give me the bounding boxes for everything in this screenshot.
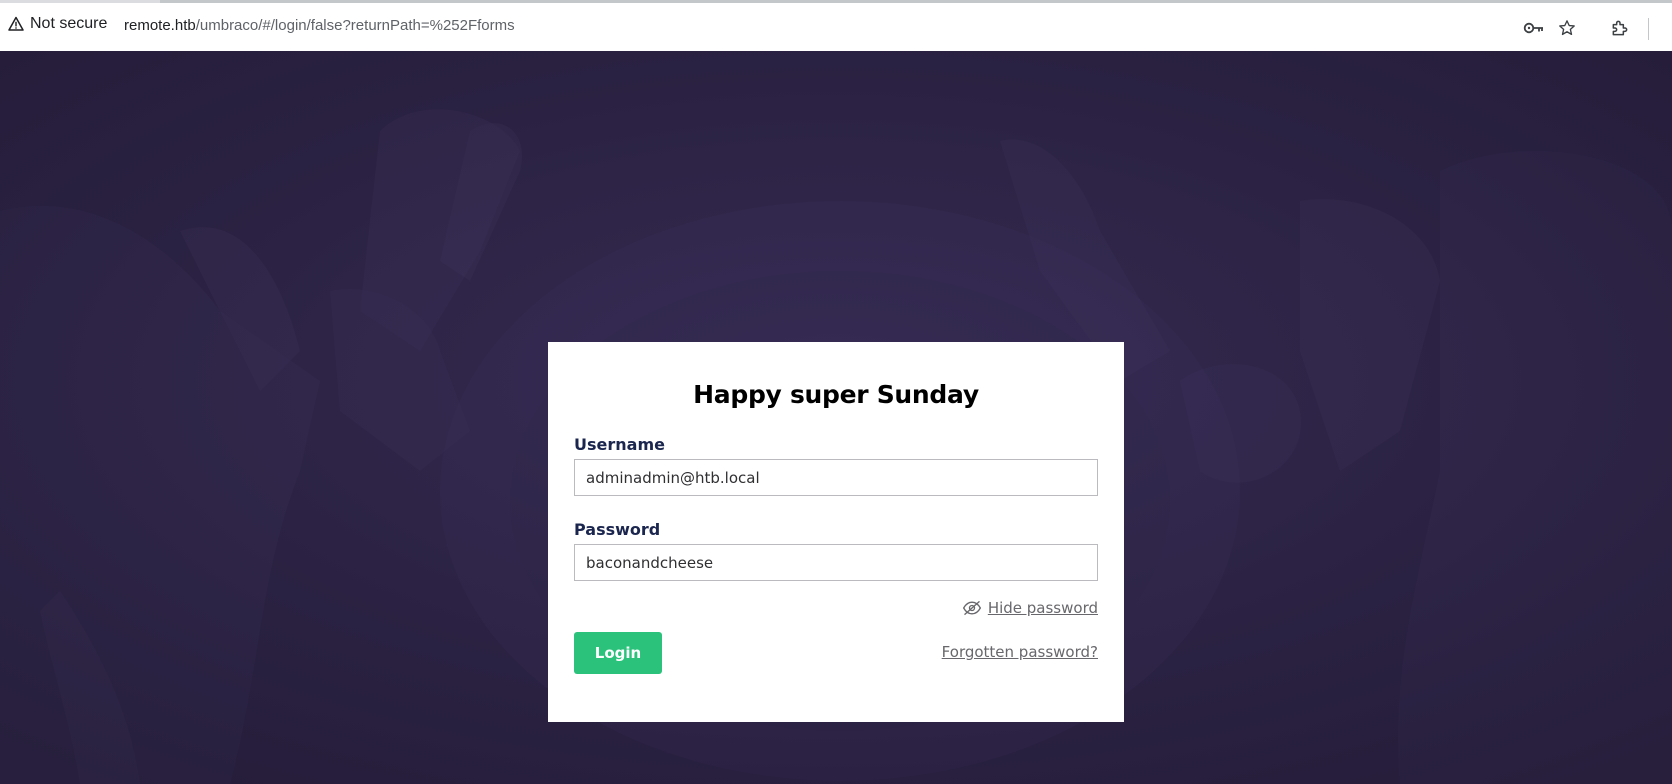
hide-password-label: Hide password	[987, 599, 1098, 617]
address-bar[interactable]: remote.htb/umbraco/#/login/false?returnP…	[124, 17, 515, 34]
username-field[interactable]	[574, 459, 1098, 496]
toolbar-divider	[1648, 18, 1649, 40]
browser-toolbar: Not secure remote.htb/umbraco/#/login/fa…	[0, 0, 1672, 51]
security-indicator[interactable]: Not secure	[8, 12, 107, 36]
url-path: /umbraco/#/login/false?returnPath=%252Ff…	[195, 17, 515, 34]
login-button[interactable]: Login	[574, 632, 662, 674]
security-label: Not secure	[30, 15, 108, 32]
forgotten-password-link[interactable]: Forgotten password?	[942, 643, 1098, 661]
password-field[interactable]	[574, 544, 1098, 581]
eye-slash-icon	[962, 600, 981, 616]
warning-icon	[8, 16, 24, 31]
login-card: Happy super Sunday Username Password Hid…	[548, 342, 1124, 722]
tab-strip-edge	[160, 0, 1672, 3]
url-host: remote.htb	[124, 17, 196, 34]
login-background: Happy super Sunday Username Password Hid…	[0, 51, 1672, 784]
username-label: Username	[574, 435, 665, 454]
password-label: Password	[574, 520, 661, 539]
login-greeting: Happy super Sunday	[693, 380, 979, 409]
extensions-icon[interactable]	[1609, 17, 1631, 39]
key-icon[interactable]	[1523, 17, 1545, 39]
hide-password-toggle[interactable]: Hide password	[962, 599, 1098, 617]
star-icon[interactable]	[1556, 17, 1578, 39]
